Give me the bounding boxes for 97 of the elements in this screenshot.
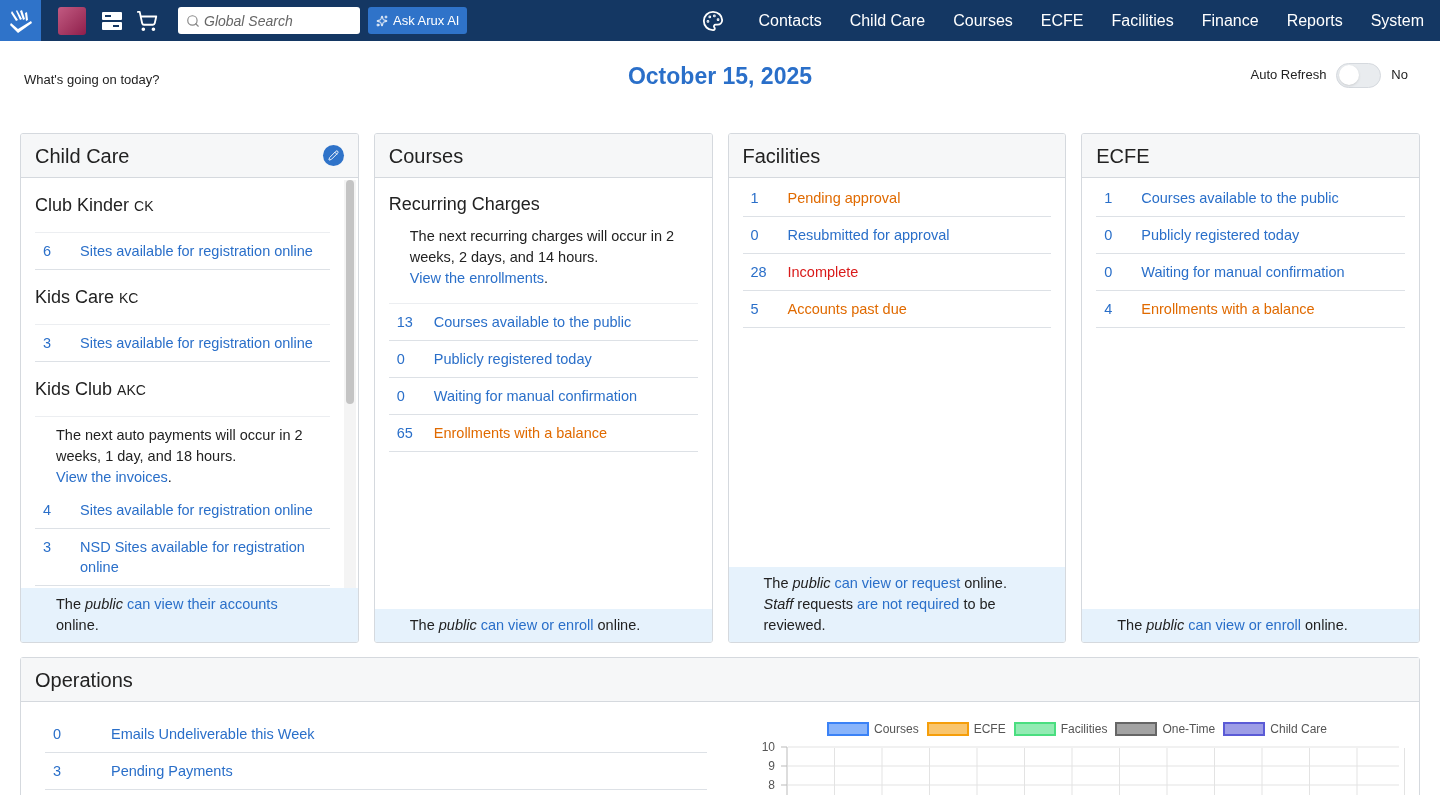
auto-refresh-value: No bbox=[1391, 66, 1408, 85]
greeting-text: What's going on today? bbox=[24, 71, 161, 90]
recurring-note: The next recurring charges will occur in 2 weeks, 2 days, and 14 hours. View the enrollments. bbox=[409, 227, 676, 288]
nav-menu-item[interactable]: Child Care bbox=[835, 8, 940, 33]
stat-count: 6 bbox=[42, 242, 53, 261]
group-name: Kids Care bbox=[35, 286, 115, 309]
cart-icon[interactable] bbox=[136, 9, 158, 32]
group-code: AKC bbox=[117, 381, 146, 400]
link[interactable]: can view or enroll bbox=[1188, 617, 1301, 633]
sparkle-icon bbox=[376, 14, 388, 27]
footer-text: The public can view their accounts online. bbox=[56, 595, 279, 635]
stat-count: 0 bbox=[52, 725, 63, 744]
nav-menu-item[interactable]: Finance bbox=[1187, 8, 1273, 33]
y-tick-label: 8 bbox=[768, 778, 775, 792]
stat-count: 13 bbox=[395, 313, 414, 332]
link[interactable]: can view their accounts bbox=[126, 596, 278, 612]
card-title: ECFE bbox=[1096, 143, 1150, 169]
stat-count: 4 bbox=[1103, 300, 1114, 319]
stat-link[interactable]: Sites available for registration online bbox=[80, 500, 313, 520]
date-heading: October 15, 2025 bbox=[627, 61, 813, 91]
stat-count: 3 bbox=[42, 538, 53, 557]
stat-count: 1 bbox=[1103, 189, 1114, 208]
group-name: Kids Club bbox=[35, 378, 113, 401]
link[interactable]: can view or enroll bbox=[480, 617, 594, 633]
stat-count: 1 bbox=[749, 189, 760, 208]
card-title: Child Care bbox=[35, 143, 130, 169]
card-title: Operations bbox=[35, 667, 133, 693]
footer-text: The public can view or enroll online. bbox=[1117, 616, 1349, 635]
legend-label: Child Care bbox=[1270, 721, 1327, 738]
stat-link[interactable]: Sites available for registration online bbox=[80, 241, 313, 261]
card-title: Facilities bbox=[742, 143, 821, 169]
stat-count: 3 bbox=[42, 334, 53, 353]
stat-link[interactable]: Accounts past due bbox=[787, 299, 907, 319]
stat-link[interactable]: Emails Undeliverable this Week bbox=[111, 724, 315, 744]
stat-count: 0 bbox=[1103, 226, 1114, 245]
nav-menu-item[interactable]: ECFE bbox=[1026, 8, 1098, 33]
stat-count: 0 bbox=[395, 350, 406, 369]
stat-link[interactable]: Courses available to the public bbox=[433, 312, 632, 332]
stat-link[interactable]: Pending Payments bbox=[111, 761, 233, 781]
legend-label: Facilities bbox=[1060, 721, 1108, 738]
legend-label: Courses bbox=[874, 721, 919, 738]
stat-link[interactable]: NSD Sites available for registration online bbox=[80, 537, 330, 577]
scrollbar[interactable] bbox=[343, 180, 356, 588]
legend-swatch bbox=[926, 722, 969, 736]
search-field[interactable]: Global Search bbox=[178, 7, 360, 34]
stat-link[interactable]: Incomplete bbox=[787, 262, 859, 282]
palette-icon[interactable] bbox=[702, 9, 725, 32]
legend-label: ECFE bbox=[973, 721, 1006, 738]
legend-label: One-Time bbox=[1162, 721, 1216, 738]
auto-refresh-toggle[interactable] bbox=[1336, 62, 1382, 88]
stat-count: 0 bbox=[1103, 263, 1114, 282]
stat-count: 0 bbox=[395, 387, 406, 406]
stat-count: 4 bbox=[42, 501, 53, 520]
auto-refresh-label: Auto Refresh bbox=[1250, 66, 1327, 85]
legend-swatch bbox=[827, 722, 869, 736]
stat-count: 3 bbox=[52, 762, 63, 781]
group-code: CK bbox=[134, 197, 154, 216]
stat-link[interactable]: Pending approval bbox=[787, 188, 901, 208]
nav-menu-item[interactable]: Courses bbox=[939, 8, 1027, 33]
edit-icon[interactable] bbox=[322, 145, 344, 166]
stat-link[interactable]: Courses available to the public bbox=[1141, 188, 1339, 208]
legend-swatch bbox=[1013, 722, 1056, 736]
stat-link[interactable]: Publicly registered today bbox=[1141, 225, 1300, 245]
link[interactable]: are not required bbox=[857, 596, 960, 612]
card-title: Courses bbox=[388, 143, 464, 169]
link[interactable]: View the invoices bbox=[56, 469, 168, 485]
stat-link[interactable]: Publicly registered today bbox=[433, 349, 592, 369]
y-tick-label: 9 bbox=[768, 759, 775, 773]
footer-text: The public can view or request online. Staff requests are not required to be reviewed. bbox=[763, 574, 1008, 635]
stat-link[interactable]: Enrollments with a balance bbox=[433, 423, 608, 443]
nav-menu-item[interactable]: Reports bbox=[1272, 8, 1357, 33]
stat-link[interactable]: Waiting for manual confirmation bbox=[433, 386, 638, 406]
stat-link[interactable]: Resubmitted for approval bbox=[787, 225, 950, 245]
nav-menu-item[interactable]: Contacts bbox=[744, 8, 836, 33]
stat-link[interactable]: Enrollments with a balance bbox=[1141, 299, 1315, 319]
stat-count: 0 bbox=[749, 226, 760, 245]
link[interactable]: can view or request bbox=[834, 575, 961, 591]
payment-note: The next auto payments will occur in 2 weeks, 1 day, and 18 hours. View the invoices. bbox=[56, 426, 304, 487]
legend-swatch bbox=[1223, 722, 1266, 736]
server-icon[interactable] bbox=[102, 10, 122, 31]
nav-menu-item[interactable]: System bbox=[1356, 8, 1438, 33]
footer-text: The public can view or enroll online. bbox=[409, 616, 642, 635]
app-icon[interactable] bbox=[58, 6, 86, 35]
stat-count: 28 bbox=[749, 263, 768, 282]
stat-count: 5 bbox=[749, 300, 760, 319]
group-name: Club Kinder bbox=[35, 194, 130, 217]
search-icon bbox=[186, 14, 200, 28]
nav-menu-item[interactable]: Facilities bbox=[1097, 8, 1188, 33]
stat-link[interactable]: Sites available for registration online bbox=[80, 333, 313, 353]
legend-swatch bbox=[1115, 722, 1158, 736]
stat-link[interactable]: Waiting for manual confirmation bbox=[1141, 262, 1345, 282]
y-tick-label: 10 bbox=[761, 740, 775, 754]
stat-count: 65 bbox=[395, 424, 414, 443]
section-heading: Recurring Charges bbox=[388, 193, 541, 216]
ai-button[interactable]: Ask Arux AI bbox=[368, 7, 468, 34]
logo-icon[interactable] bbox=[0, 0, 41, 41]
group-code: KC bbox=[119, 289, 139, 308]
